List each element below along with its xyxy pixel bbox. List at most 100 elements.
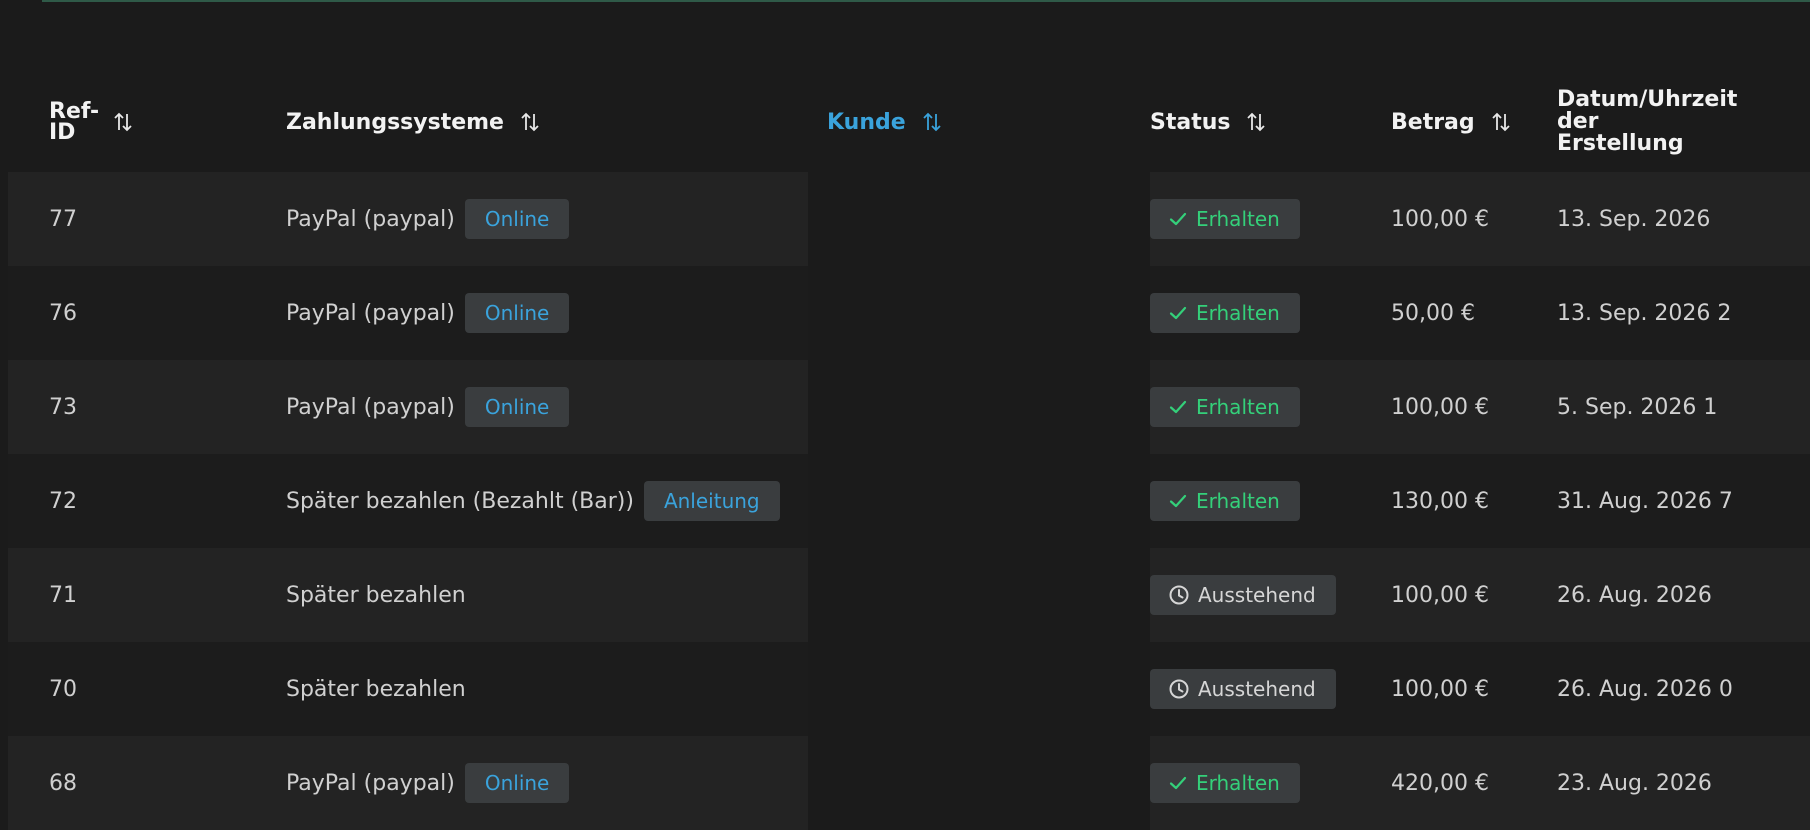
cell-status: Ausstehend	[1150, 548, 1391, 642]
cell-amount: 100,00 €	[1391, 642, 1557, 736]
cell-date: 26. Aug. 2026 0	[1557, 642, 1810, 736]
ref-id: 72	[49, 488, 77, 514]
cell-amount: 100,00 €	[1391, 548, 1557, 642]
created-date: 31. Aug. 2026 7	[1557, 488, 1733, 514]
status-badge: Erhalten	[1150, 387, 1300, 427]
cell-status: Erhalten	[1150, 360, 1391, 454]
sort-icon[interactable]	[922, 110, 942, 134]
column-header-label: Status	[1150, 109, 1231, 135]
table-row[interactable]: 77 PayPal (paypal) Online Erhalten 100,00 € 1…	[8, 172, 1810, 266]
cell-ref-id: 70	[8, 642, 286, 736]
amount: 100,00 €	[1391, 676, 1489, 702]
payment-method: PayPal (paypal)	[286, 206, 455, 232]
status-label: Erhalten	[1196, 771, 1280, 795]
column-header-datum[interactable]: Datum/Uhrzeit der Erstellung	[1557, 72, 1810, 172]
ref-id: 68	[49, 770, 77, 796]
cell-amount: 100,00 €	[1391, 360, 1557, 454]
cell-customer	[808, 360, 1150, 454]
column-header-status[interactable]: Status	[1150, 72, 1391, 172]
payment-method: Später bezahlen (Bezahlt (Bar))	[286, 488, 634, 514]
cell-status: Ausstehend	[1150, 642, 1391, 736]
status-label: Erhalten	[1196, 489, 1280, 513]
table-body: 77 PayPal (paypal) Online Erhalten 100,00 € 1…	[8, 172, 1810, 830]
column-header-label: Datum/Uhrzeit der Erstellung	[1557, 87, 1738, 156]
created-date: 26. Aug. 2026 0	[1557, 676, 1733, 702]
cell-status: Erhalten	[1150, 736, 1391, 830]
amount: 130,00 €	[1391, 488, 1489, 514]
status-label: Erhalten	[1196, 301, 1280, 325]
cell-amount: 50,00 €	[1391, 266, 1557, 360]
cell-payment-method: PayPal (paypal) Online	[286, 266, 808, 360]
cell-date: 13. Sep. 2026 2	[1557, 266, 1810, 360]
check-icon	[1169, 306, 1187, 320]
sort-icon[interactable]	[113, 110, 133, 134]
cell-ref-id: 73	[8, 360, 286, 454]
cell-date: 13. Sep. 2026	[1557, 172, 1810, 266]
ref-id: 71	[49, 582, 77, 608]
payment-method: PayPal (paypal)	[286, 300, 455, 326]
table-row[interactable]: 72 Später bezahlen (Bezahlt (Bar)) Anleitu…	[8, 454, 1810, 548]
table-row[interactable]: 70 Später bezahlen Ausstehend 100,00 € 26. A…	[8, 642, 1810, 736]
cell-status: Erhalten	[1150, 266, 1391, 360]
column-header-ref-id[interactable]: Ref-ID	[8, 72, 286, 172]
method-badge[interactable]: Online	[464, 763, 570, 803]
sort-icon[interactable]	[520, 110, 540, 134]
table-row[interactable]: 68 PayPal (paypal) Online Erhalten 420,00 € 2…	[8, 736, 1810, 830]
cell-ref-id: 76	[8, 266, 286, 360]
created-date: 5. Sep. 2026 1	[1557, 394, 1718, 420]
cell-payment-method: Später bezahlen	[286, 642, 808, 736]
created-date: 26. Aug. 2026	[1557, 582, 1712, 608]
check-icon	[1169, 776, 1187, 790]
ref-id: 73	[49, 394, 77, 420]
cell-amount: 100,00 €	[1391, 172, 1557, 266]
cell-payment-method: PayPal (paypal) Online	[286, 736, 808, 830]
cell-status: Erhalten	[1150, 172, 1391, 266]
status-label: Erhalten	[1196, 395, 1280, 419]
column-header-label: Ref-ID	[49, 99, 100, 145]
cell-payment-method: Später bezahlen	[286, 548, 808, 642]
table-row[interactable]: 71 Später bezahlen Ausstehend 100,00 € 26. A…	[8, 548, 1810, 642]
status-label: Ausstehend	[1198, 583, 1316, 607]
cell-payment-method: PayPal (paypal) Online	[286, 360, 808, 454]
cell-ref-id: 72	[8, 454, 286, 548]
amount: 420,00 €	[1391, 770, 1489, 796]
created-date: 13. Sep. 2026	[1557, 206, 1711, 232]
cell-amount: 130,00 €	[1391, 454, 1557, 548]
cell-status: Erhalten	[1150, 454, 1391, 548]
status-label: Ausstehend	[1198, 677, 1316, 701]
clock-icon	[1169, 679, 1189, 699]
check-icon	[1169, 400, 1187, 414]
cell-ref-id: 77	[8, 172, 286, 266]
ref-id: 70	[49, 676, 77, 702]
cell-date: 31. Aug. 2026 7	[1557, 454, 1810, 548]
method-badge[interactable]: Online	[464, 199, 570, 239]
cell-amount: 420,00 €	[1391, 736, 1557, 830]
method-badge[interactable]: Online	[464, 293, 570, 333]
status-label: Erhalten	[1196, 207, 1280, 231]
top-accent-bar	[42, 0, 1810, 2]
cell-customer	[808, 172, 1150, 266]
table-row[interactable]: 73 PayPal (paypal) Online Erhalten 100,00 € 5…	[8, 360, 1810, 454]
payment-method: Später bezahlen	[286, 582, 466, 608]
column-header-kunde[interactable]: Kunde	[808, 72, 1150, 172]
cell-ref-id: 71	[8, 548, 286, 642]
column-header-zahlungssysteme[interactable]: Zahlungssysteme	[286, 72, 808, 172]
sort-icon[interactable]	[1491, 110, 1511, 134]
cell-customer	[808, 642, 1150, 736]
cell-date: 26. Aug. 2026	[1557, 548, 1810, 642]
clock-icon	[1169, 585, 1189, 605]
status-badge: Erhalten	[1150, 763, 1300, 803]
cell-payment-method: Später bezahlen (Bezahlt (Bar)) Anleitung	[286, 454, 808, 548]
ref-id: 76	[49, 300, 77, 326]
payment-method: Später bezahlen	[286, 676, 466, 702]
column-header-label: Betrag	[1391, 109, 1475, 135]
column-header-betrag[interactable]: Betrag	[1391, 72, 1557, 172]
amount: 100,00 €	[1391, 394, 1489, 420]
table-row[interactable]: 76 PayPal (paypal) Online Erhalten 50,00 € 13…	[8, 266, 1810, 360]
method-badge[interactable]: Online	[464, 387, 570, 427]
cell-date: 23. Aug. 2026	[1557, 736, 1810, 830]
ref-id: 77	[49, 206, 77, 232]
status-badge: Erhalten	[1150, 199, 1300, 239]
method-badge[interactable]: Anleitung	[643, 481, 780, 521]
sort-icon[interactable]	[1246, 110, 1266, 134]
